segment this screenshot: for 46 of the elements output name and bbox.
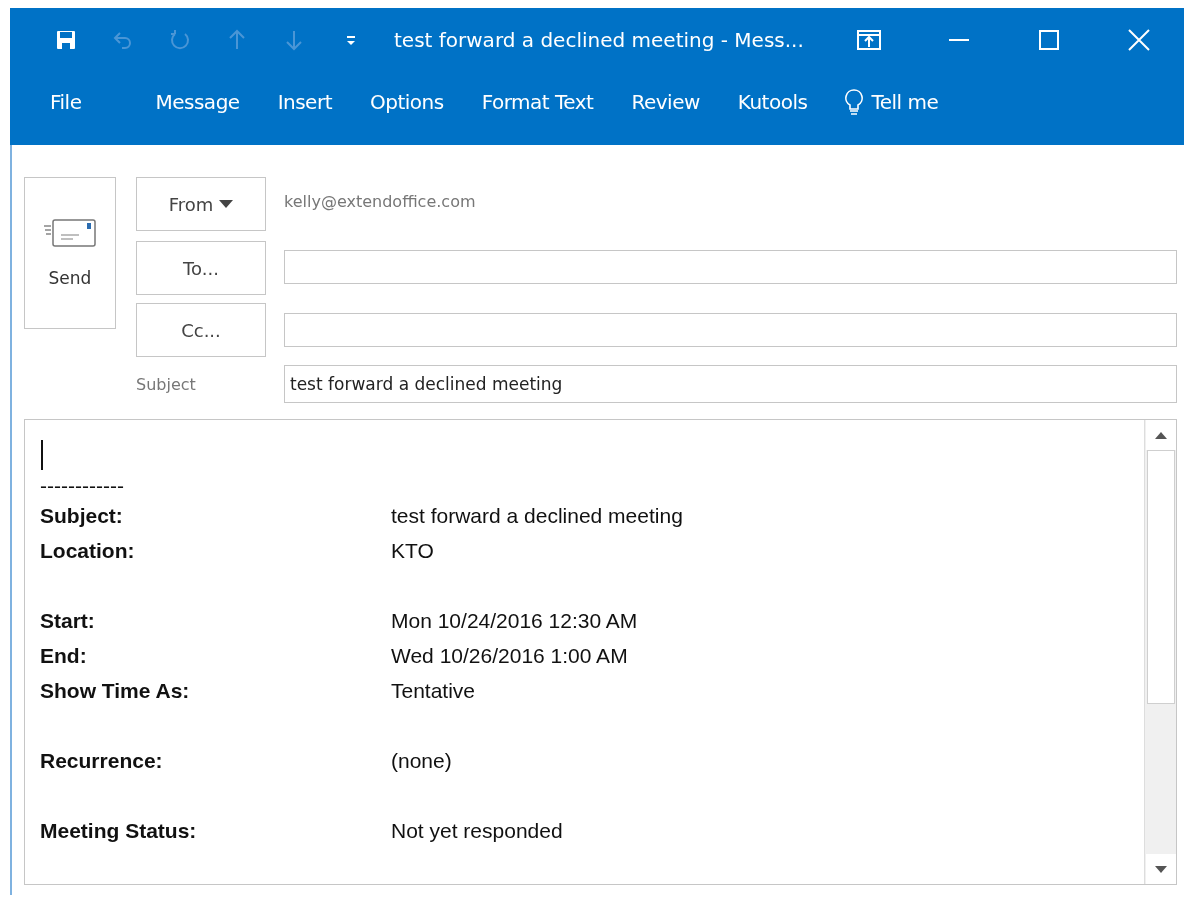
scrollbar-thumb[interactable] — [1146, 450, 1175, 704]
subject-label: Subject — [136, 374, 197, 394]
ribbon-tab[interactable]: File — [42, 86, 90, 118]
save-icon[interactable] — [54, 28, 78, 52]
field-label: Meeting Status: — [40, 818, 197, 843]
ribbon-tab[interactable]: Format Text — [473, 86, 602, 118]
to-field[interactable] — [284, 250, 1177, 284]
cc-field[interactable] — [284, 313, 1177, 347]
to-button[interactable]: To... — [136, 241, 266, 295]
field-label: Location: — [40, 538, 135, 563]
from-address: kelly@extendoffice.com — [284, 191, 477, 211]
ribbon-display-options-icon[interactable] — [857, 30, 881, 50]
field-value: Not yet responded — [391, 818, 563, 843]
window-title: test forward a declined meeting - Mess... — [394, 28, 804, 52]
text-cursor — [41, 440, 43, 470]
ribbon-tab[interactable]: Options — [362, 86, 452, 118]
ribbon-tab[interactable]: Review — [623, 86, 708, 118]
send-button[interactable]: Send — [24, 177, 116, 329]
envelope-icon — [43, 218, 97, 248]
field-value: KTO — [391, 538, 434, 563]
field-value: Tentative — [391, 678, 476, 703]
ribbon-tab[interactable]: Insert — [269, 86, 340, 118]
cc-button[interactable]: Cc... — [136, 303, 266, 357]
field-label: Start: — [40, 608, 95, 633]
scroll-down-icon[interactable] — [1154, 865, 1167, 873]
tell-me-search[interactable]: Tell me — [837, 85, 947, 119]
field-value: Mon 10/24/2016 12:30 AM — [391, 608, 638, 633]
field-value: test forward a declined meeting — [391, 503, 683, 528]
minimize-icon[interactable] — [949, 39, 969, 41]
field-value: Wed 10/26/2016 1:00 AM — [391, 643, 628, 668]
lightbulb-icon — [845, 89, 864, 115]
ribbon-tab[interactable]: Kutools — [729, 86, 816, 118]
close-icon[interactable] — [1128, 29, 1150, 51]
maximize-icon[interactable] — [1039, 30, 1059, 50]
from-button[interactable]: From — [136, 177, 266, 231]
dropdown-caret-icon — [219, 200, 234, 208]
field-label: Recurrence: — [40, 748, 163, 773]
field-value: (none) — [391, 748, 452, 773]
subject-field[interactable]: test forward a declined meeting — [284, 365, 1177, 403]
scroll-up-icon[interactable] — [1154, 431, 1167, 439]
separator-line: ------------ — [40, 474, 124, 498]
field-label: Show Time As: — [40, 678, 190, 703]
field-label: End: — [40, 643, 87, 668]
vertical-scrollbar[interactable] — [1144, 420, 1176, 884]
ribbon-tab[interactable]: Message — [147, 86, 248, 118]
field-label: Subject: — [40, 503, 123, 528]
